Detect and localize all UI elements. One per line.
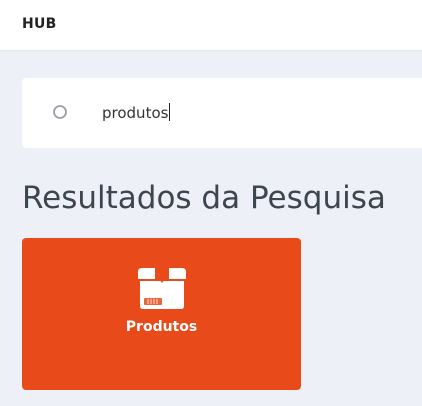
search-input-value: produtos — [102, 104, 169, 122]
search-input[interactable]: produtos — [102, 103, 171, 122]
result-card-label: Produtos — [125, 319, 198, 335]
app-title: HUB — [22, 16, 57, 32]
search-bar[interactable]: produtos — [22, 78, 422, 148]
search-icon — [53, 105, 67, 119]
results-heading: Resultados da Pesquisa — [22, 180, 386, 216]
top-bar: HUB — [0, 0, 422, 50]
box-icon — [138, 268, 186, 309]
result-card-produtos[interactable]: Produtos — [22, 238, 301, 390]
text-caret — [169, 103, 171, 121]
